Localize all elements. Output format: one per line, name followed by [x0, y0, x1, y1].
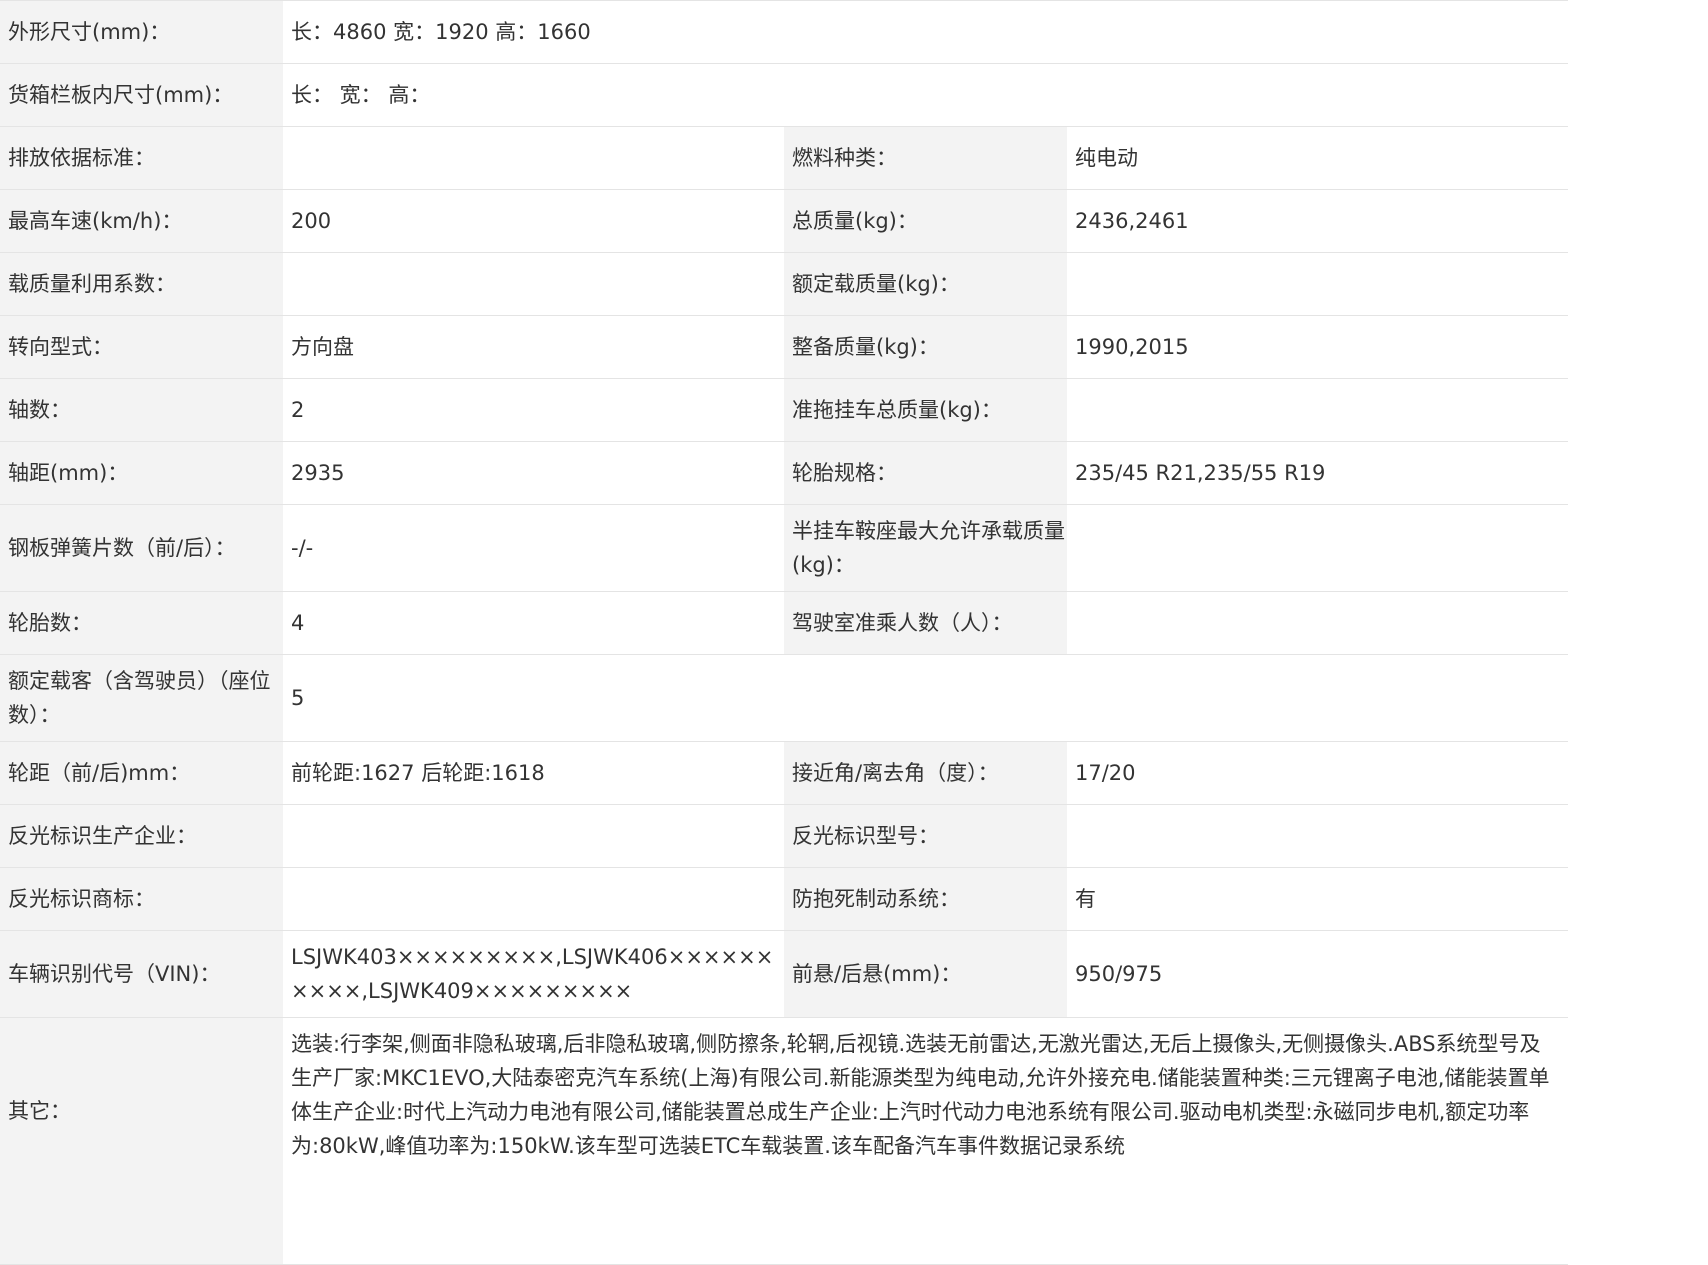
label-vin: 车辆识别代号（VIN)：: [0, 930, 283, 1018]
label-other: 其它：: [0, 1017, 283, 1265]
row-seats: 额定载客（含驾驶员）（座位数）： 5: [0, 654, 1568, 742]
value-fuel-type: 纯电动: [1067, 126, 1568, 190]
label-rated-load: 额定载质量(kg)：: [784, 252, 1067, 316]
value-emission-standard: [283, 126, 784, 190]
value-dimensions: 长：4860 宽：1920 高：1660: [283, 0, 1568, 64]
value-max-speed: 200: [283, 189, 784, 253]
value-wheelbase: 2935: [283, 441, 784, 505]
value-trailer-mass: [1067, 378, 1568, 442]
value-track-width: 前轮距:1627 后轮距:1618: [283, 741, 784, 805]
value-abs: 有: [1067, 867, 1568, 931]
label-steering-type: 转向型式：: [0, 315, 283, 379]
label-wheelbase: 轴距(mm)：: [0, 441, 283, 505]
label-saddle-load: 半挂车鞍座最大允许承载质量(kg)：: [784, 504, 1067, 592]
label-leaf-springs: 钢板弹簧片数（前/后）：: [0, 504, 283, 592]
value-reflector-model: [1067, 804, 1568, 868]
value-saddle-load: [1067, 504, 1568, 592]
value-tire-count: 4: [283, 591, 784, 655]
value-curb-mass: 1990,2015: [1067, 315, 1568, 379]
label-cargo-dimensions: 货箱栏板内尺寸(mm)：: [0, 63, 283, 127]
value-cab-occupants: [1067, 591, 1568, 655]
label-total-mass: 总质量(kg)：: [784, 189, 1067, 253]
row-cargo-dimensions: 货箱栏板内尺寸(mm)： 长： 宽： 高：: [0, 63, 1568, 127]
label-curb-mass: 整备质量(kg)：: [784, 315, 1067, 379]
value-total-mass: 2436,2461: [1067, 189, 1568, 253]
value-reflector-maker: [283, 804, 784, 868]
value-leaf-springs: -/-: [283, 504, 784, 592]
label-axle-count: 轴数：: [0, 378, 283, 442]
label-overhang: 前悬/后悬(mm)：: [784, 930, 1067, 1018]
value-other: 选装:行李架,侧面非隐私玻璃,后非隐私玻璃,侧防擦条,轮辋,后视镜.选装无前雷达…: [283, 1017, 1568, 1265]
row-spring-saddle: 钢板弹簧片数（前/后）： -/- 半挂车鞍座最大允许承载质量(kg)：: [0, 504, 1568, 592]
label-max-speed: 最高车速(km/h)：: [0, 189, 283, 253]
label-fuel-type: 燃料种类：: [784, 126, 1067, 190]
label-tire-count: 轮胎数：: [0, 591, 283, 655]
value-reflector-brand: [283, 867, 784, 931]
row-other: 其它： 选装:行李架,侧面非隐私玻璃,后非隐私玻璃,侧防擦条,轮辋,后视镜.选装…: [0, 1017, 1568, 1265]
label-reflector-maker: 反光标识生产企业：: [0, 804, 283, 868]
label-rated-passengers: 额定载客（含驾驶员）（座位数）：: [0, 654, 283, 742]
label-emission-standard: 排放依据标准：: [0, 126, 283, 190]
value-load-factor: [283, 252, 784, 316]
label-trailer-mass: 准拖挂车总质量(kg)：: [784, 378, 1067, 442]
row-speed-mass: 最高车速(km/h)： 200 总质量(kg)： 2436,2461: [0, 189, 1568, 253]
row-reflector-maker: 反光标识生产企业： 反光标识型号：: [0, 804, 1568, 868]
value-axle-count: 2: [283, 378, 784, 442]
row-track-angles: 轮距（前/后)mm： 前轮距:1627 后轮距:1618 接近角/离去角（度）：…: [0, 741, 1568, 805]
label-reflector-brand: 反光标识商标：: [0, 867, 283, 931]
value-cargo-dimensions: 长： 宽： 高：: [283, 63, 1568, 127]
value-vin: LSJWK403×××××××××,LSJWK406××××××××××,LSJ…: [283, 930, 784, 1018]
value-overhang: 950/975: [1067, 930, 1568, 1018]
row-reflector-abs: 反光标识商标： 防抱死制动系统： 有: [0, 867, 1568, 931]
row-wheelbase-tires: 轴距(mm)： 2935 轮胎规格： 235/45 R21,235/55 R19: [0, 441, 1568, 505]
value-rated-load: [1067, 252, 1568, 316]
label-dimensions: 外形尺寸(mm)：: [0, 0, 283, 64]
vehicle-spec-table: 外形尺寸(mm)： 长：4860 宽：1920 高：1660 货箱栏板内尺寸(m…: [0, 0, 1568, 1265]
label-tire-spec: 轮胎规格：: [784, 441, 1067, 505]
value-steering-type: 方向盘: [283, 315, 784, 379]
label-track-width: 轮距（前/后)mm：: [0, 741, 283, 805]
row-axles-trailer: 轴数： 2 准拖挂车总质量(kg)：: [0, 378, 1568, 442]
row-tire-count-cab: 轮胎数： 4 驾驶室准乘人数（人）：: [0, 591, 1568, 655]
label-load-factor: 载质量利用系数：: [0, 252, 283, 316]
label-abs: 防抱死制动系统：: [784, 867, 1067, 931]
value-tire-spec: 235/45 R21,235/55 R19: [1067, 441, 1568, 505]
value-rated-passengers: 5: [283, 654, 1568, 742]
label-reflector-model: 反光标识型号：: [784, 804, 1067, 868]
row-vin-overhang: 车辆识别代号（VIN)： LSJWK403×××××××××,LSJWK406×…: [0, 930, 1568, 1018]
row-dimensions: 外形尺寸(mm)： 长：4860 宽：1920 高：1660: [0, 0, 1568, 64]
label-approach-departure: 接近角/离去角（度）：: [784, 741, 1067, 805]
row-emission-fuel: 排放依据标准： 燃料种类： 纯电动: [0, 126, 1568, 190]
value-approach-departure: 17/20: [1067, 741, 1568, 805]
row-load-factor: 载质量利用系数： 额定载质量(kg)：: [0, 252, 1568, 316]
label-cab-occupants: 驾驶室准乘人数（人）：: [784, 591, 1067, 655]
row-steering-curb: 转向型式： 方向盘 整备质量(kg)： 1990,2015: [0, 315, 1568, 379]
